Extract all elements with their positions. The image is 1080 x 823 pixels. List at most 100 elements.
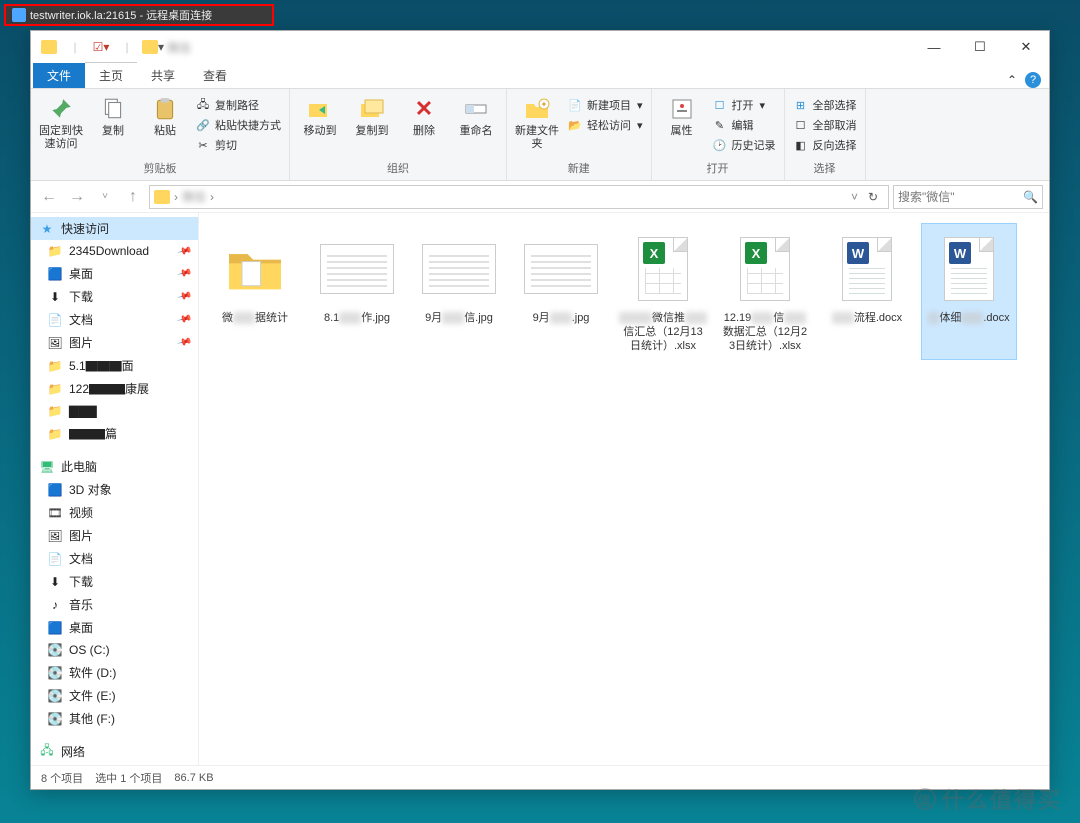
rdp-icon bbox=[12, 8, 26, 22]
pin-quickaccess-button[interactable]: 固定到快速访问 bbox=[35, 91, 87, 155]
new-folder-button[interactable]: ✦新建文件夹 bbox=[511, 91, 563, 155]
file-item[interactable]: W▇体细▇▇.docx bbox=[921, 223, 1017, 360]
sidebar-item[interactable]: 📁2345Download📌 bbox=[31, 240, 198, 262]
sidebar-item[interactable]: 💽OS (C:) bbox=[31, 639, 198, 661]
minimize-button[interactable]: — bbox=[911, 31, 957, 63]
breadcrumb-segment[interactable]: 微信 bbox=[182, 188, 206, 205]
help-icon[interactable]: ? bbox=[1025, 72, 1041, 88]
pin-icon: 📌 bbox=[176, 289, 192, 305]
sidebar-item[interactable]: 🟦桌面 bbox=[31, 616, 198, 639]
paste-shortcut-button[interactable]: 🔗粘贴快捷方式 bbox=[191, 115, 285, 135]
file-item[interactable]: 9月▇▇信.jpg bbox=[411, 223, 507, 360]
sidebar-item[interactable]: ⬇下载 bbox=[31, 570, 198, 593]
maximize-button[interactable]: ☐ bbox=[957, 31, 1003, 63]
file-item[interactable]: W▇▇流程.docx bbox=[819, 223, 915, 360]
search-icon[interactable]: 🔍 bbox=[1023, 190, 1038, 204]
file-list[interactable]: 微▇▇据统计8.1▇▇作.jpg9月▇▇信.jpg9月▇▇.jpgX▇▇▇微信推… bbox=[199, 213, 1049, 765]
rename-button[interactable]: 重命名 bbox=[450, 91, 502, 142]
tab-home[interactable]: 主页 bbox=[85, 62, 137, 88]
sidebar-item[interactable]: 📁122▇▇▇康展 bbox=[31, 377, 198, 400]
file-item[interactable]: X12.19▇▇信▇▇数据汇总（12月23日统计）.xlsx bbox=[717, 223, 813, 360]
folder-icon: ⬇ bbox=[47, 289, 63, 305]
sidebar-item[interactable]: 🟦3D 对象 bbox=[31, 478, 198, 501]
folder-icon: 📁 bbox=[47, 243, 63, 259]
address-field[interactable]: › 微信 › ˅ ↻ bbox=[149, 185, 889, 209]
sidebar-item[interactable]: 🖼图片📌 bbox=[31, 331, 198, 354]
tab-share[interactable]: 共享 bbox=[137, 63, 189, 88]
moveto-button[interactable]: 移动到 bbox=[294, 91, 346, 142]
sidebar-item[interactable]: 💽文件 (E:) bbox=[31, 684, 198, 707]
properties-button[interactable]: 属性 bbox=[656, 91, 708, 142]
sidebar-quickaccess[interactable]: ★ 快速访问 bbox=[31, 217, 198, 240]
easy-access-button[interactable]: 📂轻松访问▾ bbox=[563, 115, 647, 135]
sidebar-item[interactable]: ♪音乐 bbox=[31, 593, 198, 616]
address-bar: ← → ˅ ↑ › 微信 › ˅ ↻ 搜索"微信" 🔍 bbox=[31, 181, 1049, 213]
copy-button[interactable]: 复制 bbox=[87, 91, 139, 142]
nav-forward-button[interactable]: → bbox=[65, 185, 89, 209]
select-all-button[interactable]: ⊞全部选择 bbox=[789, 95, 861, 115]
sidebar-item-label: 视频 bbox=[69, 504, 93, 521]
address-dropdown[interactable]: ˅ bbox=[851, 190, 858, 204]
invert-selection-button[interactable]: ◧反向选择 bbox=[789, 135, 861, 155]
tab-view[interactable]: 查看 bbox=[189, 63, 241, 88]
open-button[interactable]: ☐打开▾ bbox=[708, 95, 780, 115]
file-item[interactable]: 9月▇▇.jpg bbox=[513, 223, 609, 360]
copyto-icon bbox=[358, 95, 386, 123]
search-field[interactable]: 搜索"微信" 🔍 bbox=[893, 185, 1043, 209]
delete-button[interactable]: ✕删除 bbox=[398, 91, 450, 142]
sidebar-item[interactable]: 🖼图片 bbox=[31, 524, 198, 547]
pin-icon: 📌 bbox=[176, 312, 192, 328]
open-icon: ☐ bbox=[712, 97, 728, 113]
copyto-button[interactable]: 复制到 bbox=[346, 91, 398, 142]
refresh-button[interactable]: ↻ bbox=[862, 190, 884, 204]
svg-text:✦: ✦ bbox=[541, 100, 548, 109]
tab-file[interactable]: 文件 bbox=[33, 63, 85, 88]
file-item[interactable]: 微▇▇据统计 bbox=[207, 223, 303, 360]
sidebar-item[interactable]: 📁▇▇▇ bbox=[31, 400, 198, 422]
sidebar-item[interactable]: 🎞视频 bbox=[31, 501, 198, 524]
file-name: ▇▇▇微信推▇▇信汇总（12月13日统计）.xlsx bbox=[618, 312, 708, 353]
qat-folder2-icon[interactable]: ▾ bbox=[141, 35, 165, 59]
search-placeholder: 搜索"微信" bbox=[898, 188, 955, 205]
image-thumb bbox=[320, 244, 394, 294]
close-button[interactable]: ✕ bbox=[1003, 31, 1049, 63]
select-none-button[interactable]: ☐全部取消 bbox=[789, 115, 861, 135]
nav-up-button[interactable]: ↑ bbox=[121, 185, 145, 209]
nav-history-dropdown[interactable]: ˅ bbox=[93, 185, 117, 209]
sidebar-item[interactable]: 💽软件 (D:) bbox=[31, 661, 198, 684]
sidebar-item-label: ▇▇▇篇 bbox=[69, 425, 117, 442]
delete-icon: ✕ bbox=[410, 95, 438, 123]
sidebar-item[interactable]: 📁▇▇▇篇 bbox=[31, 422, 198, 445]
history-button[interactable]: 🕑历史记录 bbox=[708, 135, 780, 155]
group-select-label: 选择 bbox=[789, 158, 861, 178]
sidebar-item[interactable]: 📄文档📌 bbox=[31, 308, 198, 331]
pc-icon: 🖥 bbox=[39, 459, 55, 475]
sidebar-item[interactable]: 🟦桌面📌 bbox=[31, 262, 198, 285]
sidebar-network[interactable]: 🖧 网络 bbox=[31, 740, 198, 763]
sidebar-item[interactable]: 📁5.1▇▇▇面 bbox=[31, 354, 198, 377]
sidebar-item[interactable]: ⬇下载📌 bbox=[31, 285, 198, 308]
cut-button[interactable]: ✂剪切 bbox=[191, 135, 285, 155]
file-item[interactable]: X▇▇▇微信推▇▇信汇总（12月13日统计）.xlsx bbox=[615, 223, 711, 360]
ribbon-collapse-icon[interactable]: ⌃ bbox=[1007, 73, 1017, 87]
sidebar-item-label: 桌面 bbox=[69, 619, 93, 636]
star-icon: ★ bbox=[39, 221, 55, 237]
sidebar-thispc[interactable]: 🖥 此电脑 bbox=[31, 455, 198, 478]
file-item[interactable]: 8.1▇▇作.jpg bbox=[309, 223, 405, 360]
sidebar-item[interactable]: 📄文档 bbox=[31, 547, 198, 570]
folder-icon: 📄 bbox=[47, 312, 63, 328]
image-thumb bbox=[524, 244, 598, 294]
easy-access-icon: 📂 bbox=[567, 117, 583, 133]
sidebar-item-label: 3D 对象 bbox=[69, 481, 112, 498]
nav-back-button[interactable]: ← bbox=[37, 185, 61, 209]
paste-button[interactable]: 粘贴 bbox=[139, 91, 191, 142]
sidebar-item[interactable]: 💽其他 (F:) bbox=[31, 707, 198, 730]
copy-path-button[interactable]: 🖧复制路径 bbox=[191, 95, 285, 115]
qat-check-icon[interactable]: ☑▾ bbox=[89, 35, 113, 59]
file-name: 12.19▇▇信▇▇数据汇总（12月23日统计）.xlsx bbox=[720, 312, 810, 353]
edit-button[interactable]: ✎编辑 bbox=[708, 115, 780, 135]
drive-icon: 📄 bbox=[47, 551, 63, 567]
breadcrumb-sep: › bbox=[210, 190, 214, 204]
qat-folder-icon[interactable] bbox=[37, 35, 61, 59]
new-item-button[interactable]: 📄新建项目▾ bbox=[563, 95, 647, 115]
